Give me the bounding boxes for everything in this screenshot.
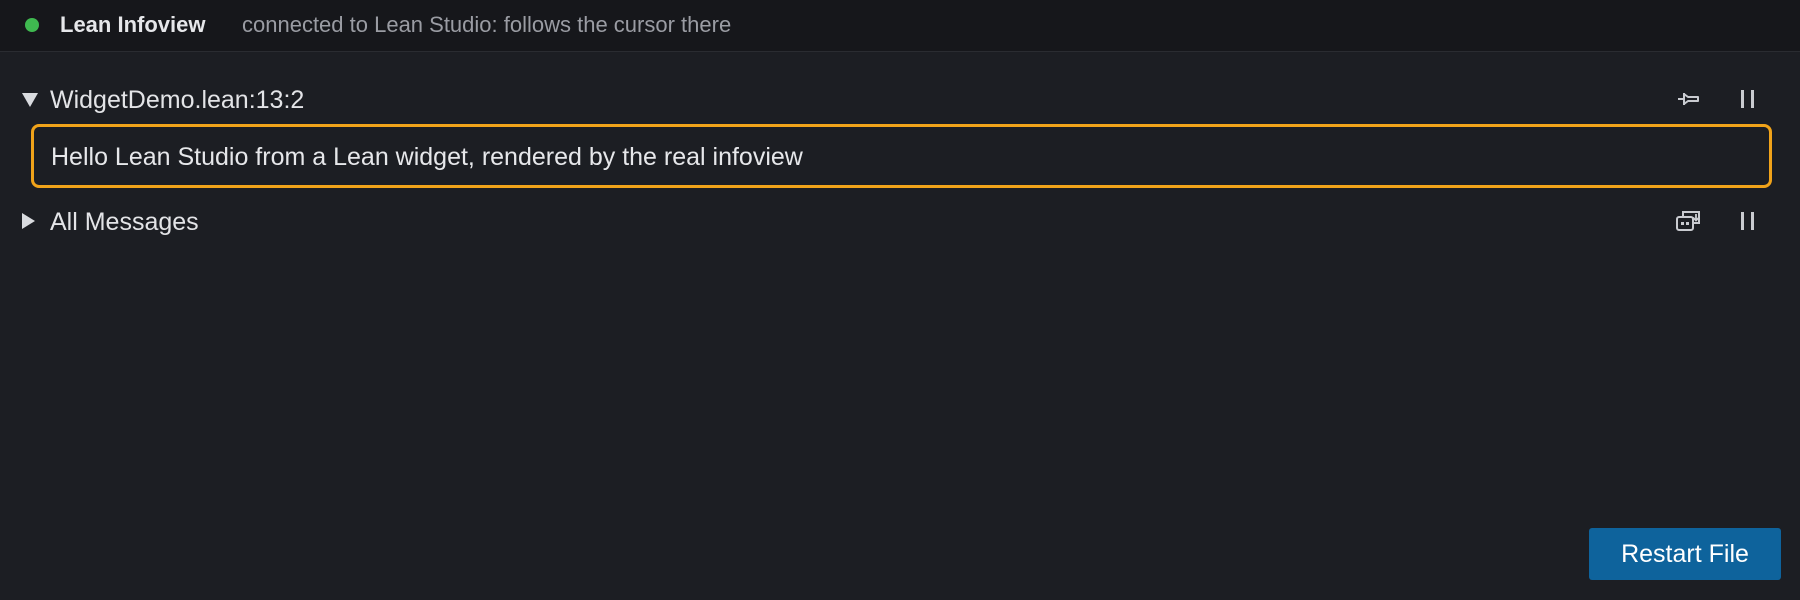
all-messages-section-header[interactable]: All Messages <box>0 201 1800 241</box>
header-title: Lean Infoview <box>60 12 206 37</box>
goal-section-header[interactable]: WidgetDemo.lean:13:2 <box>0 79 1800 119</box>
pin-icon[interactable] <box>1672 82 1706 116</box>
chevron-down-icon[interactable] <box>22 93 38 107</box>
pause-icon[interactable] <box>1731 204 1765 238</box>
all-messages-label[interactable]: All Messages <box>50 208 199 236</box>
goal-section-label[interactable]: WidgetDemo.lean:13:2 <box>50 86 304 114</box>
connection-status-icon <box>25 18 39 32</box>
go-to-file-icon[interactable] <box>1672 204 1706 238</box>
header-subtitle: connected to Lean Studio: follows the cu… <box>242 12 732 37</box>
chevron-right-icon[interactable] <box>22 213 35 229</box>
pause-icon[interactable] <box>1731 82 1765 116</box>
infoview-header: Lean Infoview connected to Lean Studio: … <box>0 0 1800 52</box>
restart-file-button[interactable]: Restart File <box>1589 528 1781 580</box>
infoview-panel: Lean Infoview connected to Lean Studio: … <box>0 0 1800 600</box>
widget-message-box: Hello Lean Studio from a Lean widget, re… <box>31 124 1772 188</box>
widget-message-text: Hello Lean Studio from a Lean widget, re… <box>51 143 803 171</box>
